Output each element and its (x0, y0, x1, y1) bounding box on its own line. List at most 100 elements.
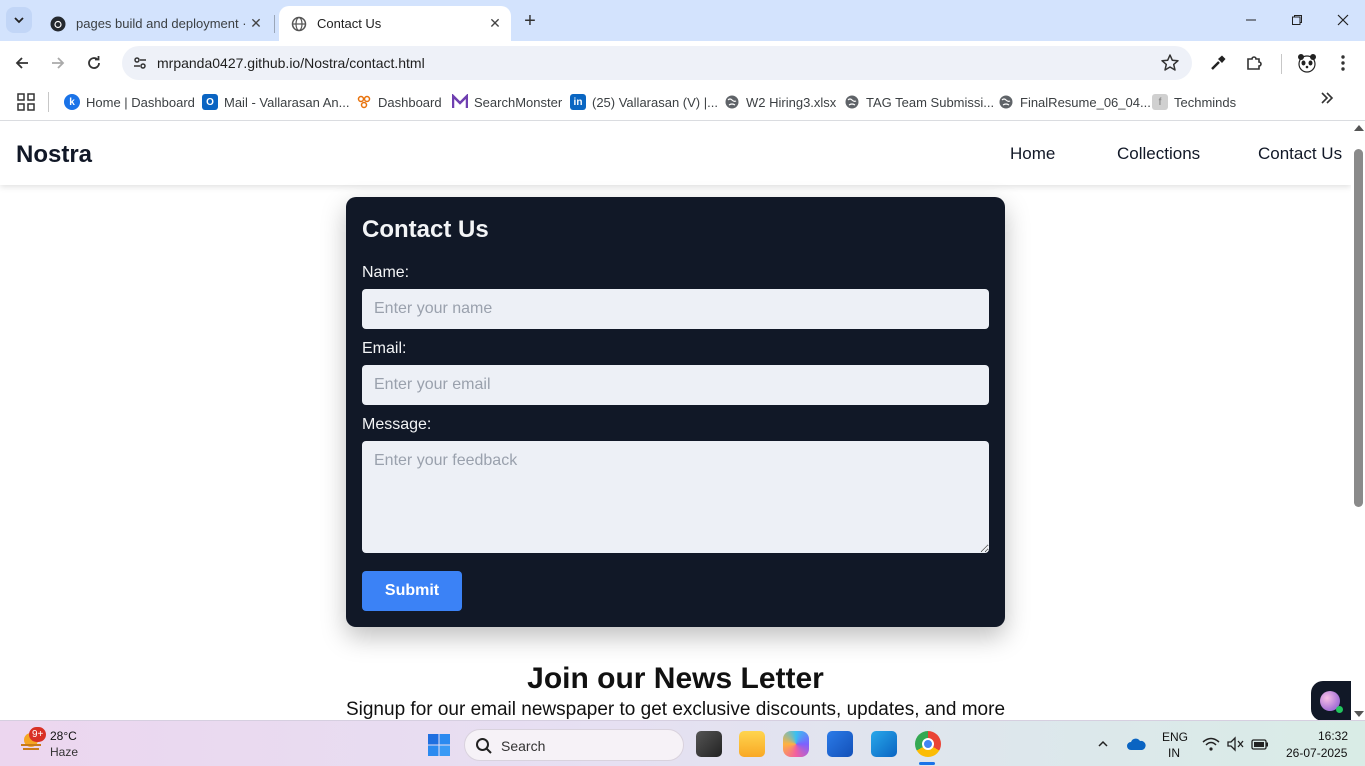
page-scrollbar[interactable] (1351, 121, 1365, 720)
task-view-icon[interactable] (696, 731, 722, 757)
arrow-left-icon (15, 57, 28, 69)
address-bar[interactable]: mrpanda0427.github.io/Nostra/contact.htm… (122, 46, 1192, 80)
microsoft-365-icon[interactable] (783, 731, 809, 757)
nav-home[interactable]: Home (1010, 144, 1055, 164)
back-button[interactable] (8, 49, 36, 77)
linkedin-icon: in (570, 94, 586, 110)
scroll-thumb[interactable] (1354, 149, 1363, 507)
bookmark-techminds[interactable]: f Techminds (1152, 91, 1236, 113)
weather-condition[interactable]: Haze (50, 745, 78, 759)
outlook-icon[interactable] (871, 731, 897, 757)
name-input[interactable] (362, 289, 989, 329)
scroll-down-arrow-icon[interactable] (1354, 711, 1364, 717)
bookmark-dashboard[interactable]: Dashboard (356, 91, 442, 113)
bookmark-final-resume[interactable]: FinalResume_06_04... (998, 91, 1151, 113)
profile-avatar[interactable] (1295, 51, 1319, 75)
chevron-up-icon[interactable] (1097, 738, 1109, 750)
minimize-button[interactable] (1228, 0, 1274, 40)
chrome-menu-button[interactable] (1331, 51, 1355, 75)
apps-grid-icon[interactable] (16, 92, 36, 112)
nav-contact-us[interactable]: Contact Us (1258, 144, 1342, 164)
globe-icon (844, 94, 860, 110)
windows-start-icon[interactable] (427, 733, 451, 757)
github-icon (50, 16, 66, 31)
message-textarea[interactable] (362, 441, 989, 553)
bookmark-tag-team[interactable]: TAG Team Submissi... (844, 91, 994, 113)
taskbar-search[interactable]: Search (464, 729, 684, 761)
star-icon[interactable] (1160, 53, 1180, 73)
battery-icon[interactable] (1251, 736, 1269, 752)
outlook-icon: O (202, 94, 218, 110)
volume-muted-icon[interactable] (1226, 736, 1244, 752)
close-icon[interactable]: ✕ (246, 14, 266, 34)
close-icon (1337, 14, 1349, 26)
submit-button[interactable]: Submit (362, 571, 462, 611)
bookmarks-bar: k Home | Dashboard O Mail - Vallarasan A… (0, 85, 1365, 121)
bookmark-label: Home | Dashboard (86, 94, 195, 110)
scroll-up-arrow-icon[interactable] (1354, 125, 1364, 131)
weather-temperature[interactable]: 28°C (50, 729, 77, 743)
chevron-down-icon (14, 17, 24, 24)
language-indicator[interactable]: ENG (1162, 730, 1188, 744)
newsletter-subtitle: Signup for our email newspaper to get ex… (345, 699, 1006, 720)
bookmark-home-dashboard[interactable]: k Home | Dashboard (64, 91, 195, 113)
restore-icon (1292, 15, 1302, 25)
onedrive-cloud-icon[interactable] (1126, 737, 1146, 751)
searchmonster-icon (452, 94, 468, 110)
site-info-button[interactable] (128, 51, 152, 75)
assistant-widget[interactable] (1311, 681, 1351, 720)
tab-search-button[interactable] (6, 7, 32, 33)
bookmark-label: Techminds (1174, 94, 1237, 110)
message-label: Message: (362, 416, 432, 433)
close-icon[interactable]: ✕ (485, 14, 505, 34)
close-window-button[interactable] (1320, 0, 1365, 40)
minimize-icon (1246, 19, 1256, 21)
name-label: Name: (362, 264, 410, 281)
file-explorer-icon[interactable] (739, 731, 765, 757)
clock-time[interactable]: 16:32 (1318, 729, 1348, 743)
tab-contact-us[interactable]: Contact Us ✕ (279, 6, 511, 41)
bookmarks-overflow-button[interactable] (1320, 91, 1334, 110)
eyedropper-icon (1211, 55, 1226, 70)
bookmark-label: Dashboard (378, 94, 442, 110)
microsoft-store-icon[interactable] (827, 731, 853, 757)
contact-form: Contact Us Name: Email: Message: Submit (346, 197, 1005, 627)
bookmark-label: FinalResume_06_04... (1020, 94, 1151, 110)
brand-logo[interactable]: Nostra (16, 141, 92, 169)
arrow-right-icon (52, 57, 65, 69)
wifi-icon[interactable] (1202, 736, 1220, 752)
form-title: Contact Us (362, 216, 489, 243)
restore-button[interactable] (1274, 0, 1320, 40)
email-input[interactable] (362, 365, 989, 405)
nav-collections[interactable]: Collections (1117, 144, 1200, 164)
bookmark-searchmonster[interactable]: SearchMonster (452, 91, 562, 113)
bookmark-mail[interactable]: O Mail - Vallarasan An... (202, 91, 349, 113)
bookmark-w2-hiring[interactable]: W2 Hiring3.xlsx (724, 91, 836, 113)
tab-pages-build[interactable]: pages build and deployment · M ✕ (38, 6, 272, 41)
eyedropper-button[interactable] (1206, 51, 1230, 75)
new-tab-button[interactable]: + (518, 9, 542, 33)
windows-taskbar: 9+ 28°C Haze Search ENG IN 16:32 26-07-2… (0, 720, 1365, 766)
clock-date[interactable]: 26-07-2025 (1286, 746, 1347, 760)
email-label: Email: (362, 340, 407, 357)
tab-title: Contact Us (317, 16, 382, 31)
bookmark-label: TAG Team Submissi... (866, 94, 995, 110)
toolbar-divider (1281, 54, 1282, 74)
url-text: mrpanda0427.github.io/Nostra/contact.htm… (157, 55, 425, 71)
bookmark-label: (25) Vallarasan (V) |... (592, 94, 718, 110)
chevron-double-right-icon (1321, 92, 1334, 104)
search-icon (476, 738, 492, 754)
forward-button[interactable] (44, 49, 72, 77)
tune-icon (134, 57, 146, 69)
tab-divider (274, 15, 275, 33)
reload-button[interactable] (80, 49, 108, 77)
keyboard-layout[interactable]: IN (1168, 746, 1180, 760)
folder-icon: f (1152, 94, 1168, 110)
bookmark-linkedin[interactable]: in (25) Vallarasan (V) |... (570, 91, 718, 113)
tab-title: pages build and deployment · M (76, 16, 246, 31)
chrome-icon[interactable] (915, 731, 941, 757)
extensions-button[interactable] (1242, 51, 1266, 75)
newsletter-title: Join our News Letter (527, 662, 824, 695)
browser-toolbar: mrpanda0427.github.io/Nostra/contact.htm… (0, 41, 1365, 85)
bookmark-label: W2 Hiring3.xlsx (746, 94, 837, 110)
